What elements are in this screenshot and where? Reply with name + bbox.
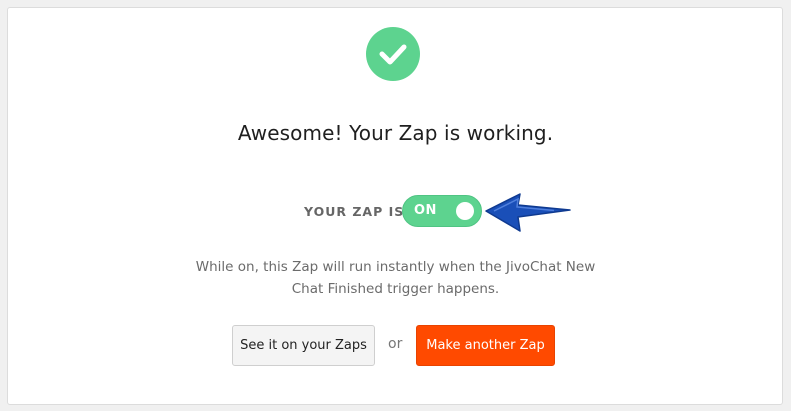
toggle-knob (456, 202, 474, 220)
or-separator: or (388, 336, 403, 352)
zap-status-label: YOUR ZAP IS (304, 204, 405, 219)
see-zaps-button[interactable]: See it on your Zaps (232, 325, 375, 366)
zap-on-off-toggle[interactable]: ON (402, 195, 482, 227)
arrow-left-icon (485, 193, 571, 232)
zap-description: While on, this Zap will run instantly wh… (0, 256, 791, 300)
actions-row: See it on your Zaps or Make another Zap (0, 325, 791, 367)
zap-status-row: YOUR ZAP IS ON (0, 194, 791, 228)
description-line-1: While on, this Zap will run instantly wh… (195, 259, 596, 275)
check-icon (379, 44, 407, 65)
description-line-2: Chat Finished trigger happens. (291, 281, 500, 297)
toggle-state-text: ON (414, 203, 437, 218)
page-title: Awesome! Your Zap is working. (237, 121, 554, 145)
success-check-badge (366, 27, 420, 81)
make-another-zap-button[interactable]: Make another Zap (416, 325, 555, 366)
